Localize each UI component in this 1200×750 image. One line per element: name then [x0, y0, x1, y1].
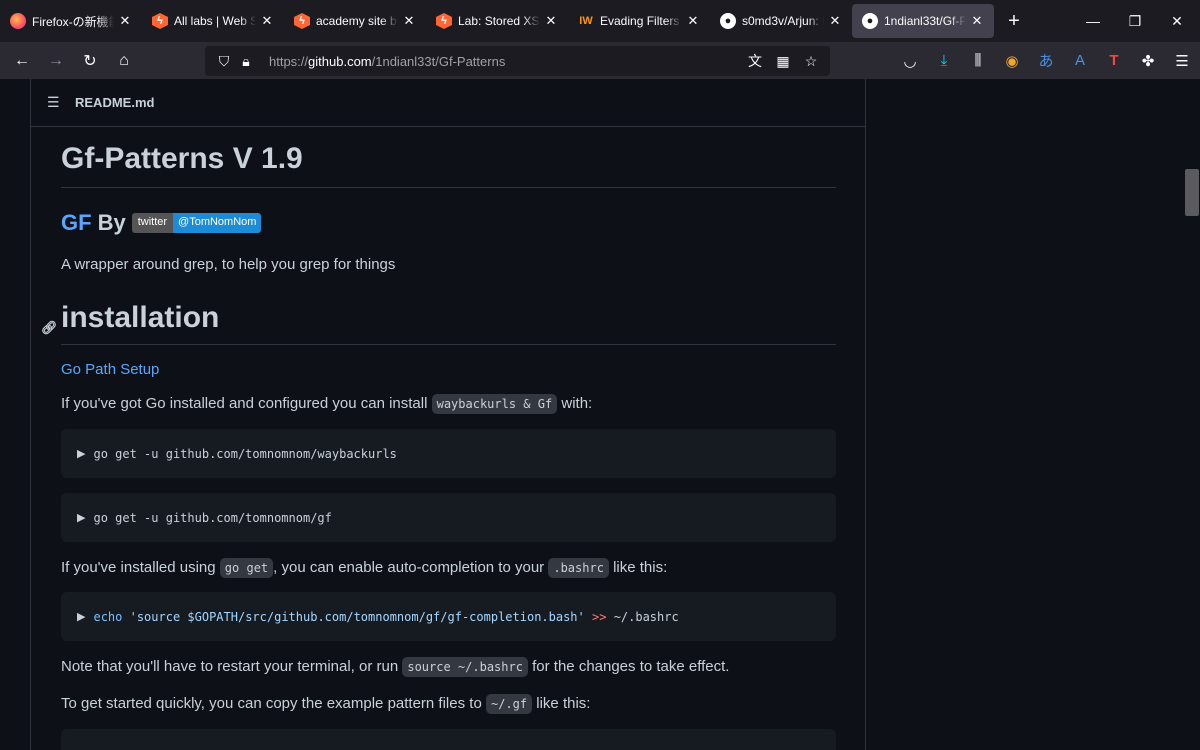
tab-strip: Firefox-の新機能 ✕ ϟ All labs | Web Sec ✕ ϟ …	[0, 0, 1200, 42]
close-icon[interactable]: ✕	[260, 13, 274, 29]
shield-icon[interactable]: ⛉	[213, 50, 235, 72]
inline-code: go get	[219, 558, 274, 578]
autocomplete-paragraph: If you've installed using go get, you ca…	[61, 558, 668, 578]
close-icon[interactable]: ✕	[544, 13, 558, 29]
badge-label: twitter	[131, 213, 174, 233]
tab-title: Evading Filters to	[600, 14, 682, 28]
tab-firefox-whatsnew[interactable]: Firefox-の新機能 ✕	[0, 0, 142, 42]
page-content: ☰ README.md Gf-Patterns V 1.9 GF By twit…	[0, 79, 1200, 750]
tab-stored-xss-lab[interactable]: ϟ Lab: Stored XSS in ✕	[426, 0, 568, 42]
downloads-icon[interactable]: ⤓	[927, 44, 961, 78]
github-icon: ●	[862, 13, 878, 29]
readme-header: ☰ README.md	[31, 79, 865, 127]
translate-extension-icon[interactable]: あ	[1029, 44, 1063, 78]
firefox-icon	[10, 13, 26, 29]
go-path-row: Go Path Setup	[61, 361, 836, 379]
text-extension-icon[interactable]: T	[1097, 44, 1131, 78]
play-icon: ▶	[77, 447, 86, 460]
readme-container: ☰ README.md Gf-Patterns V 1.9 GF By twit…	[30, 79, 866, 750]
go-path-setup-link[interactable]: Go Path Setup	[61, 361, 159, 378]
install-paragraph: If you've got Go installed and configure…	[61, 394, 593, 414]
tab-all-labs[interactable]: ϟ All labs | Web Sec ✕	[142, 0, 284, 42]
home-button[interactable]: ⌂	[108, 45, 140, 77]
badge-value: @TomNomNom	[173, 213, 262, 233]
reload-button[interactable]: ↻	[74, 45, 106, 77]
lock-icon[interactable]: 🔒︎	[235, 50, 257, 72]
forward-button[interactable]: →	[40, 45, 72, 77]
tab-title: Lab: Stored XSS in	[458, 14, 540, 28]
code-block-gf[interactable]: ▶ go get -u github.com/tomnomnom/gf	[61, 493, 836, 542]
qr-code-icon[interactable]: ▦	[772, 50, 794, 72]
url-bar[interactable]: ⛉ 🔒︎ https://github.com/1ndianl33t/Gf-Pa…	[205, 46, 830, 76]
tab-academy-site-bug[interactable]: ϟ academy site bug ✕	[284, 0, 426, 42]
toolbar-extensions: ◡ ⤓ ⫼ ◉ あ A T ✤ ☰	[893, 42, 1199, 79]
readme-filename: README.md	[75, 95, 155, 110]
list-icon[interactable]: ☰	[47, 94, 61, 111]
extension-loca-icon[interactable]: ◉	[995, 44, 1029, 78]
restart-paragraph: Note that you'll have to restart your te…	[61, 657, 730, 677]
library-icon[interactable]: ⫼	[961, 44, 995, 78]
bookmark-star-icon[interactable]: ☆	[800, 50, 822, 72]
menu-icon[interactable]: ☰	[1165, 44, 1199, 78]
close-icon[interactable]: ✕	[118, 13, 132, 29]
tab-title: s0md3v/Arjun: HT	[742, 14, 824, 28]
installation-heading: 🔗︎ installation	[41, 300, 836, 345]
markdown-body: Gf-Patterns V 1.9 GF By twitter @TomNomN…	[41, 129, 836, 750]
tab-arjun[interactable]: ● s0md3v/Arjun: HT ✕	[710, 0, 852, 42]
portswigger-icon: ϟ	[294, 13, 310, 29]
tab-gf-patterns[interactable]: ● 1ndianl33t/Gf-Pat ✕	[852, 4, 994, 38]
gf-link[interactable]: GF	[61, 210, 92, 236]
scrollbar[interactable]	[1184, 79, 1200, 750]
readme-title: Gf-Patterns V 1.9	[61, 141, 836, 188]
minimize-button[interactable]: —	[1072, 0, 1114, 42]
github-icon: ●	[720, 13, 736, 29]
extensions-icon[interactable]: ✤	[1131, 44, 1165, 78]
close-icon[interactable]: ✕	[686, 13, 700, 29]
code-block-waybackurls[interactable]: ▶ go get -u github.com/tomnomnom/wayback…	[61, 429, 836, 478]
play-icon: ▶	[77, 610, 86, 623]
new-tab-button[interactable]: +	[994, 0, 1034, 42]
tab-evading-filters[interactable]: IW Evading Filters to ✕	[568, 0, 710, 42]
play-icon: ▶	[77, 511, 86, 524]
portswigger-icon: ϟ	[152, 13, 168, 29]
inline-code: source ~/.bashrc	[402, 657, 528, 677]
translate-icon[interactable]: 文	[744, 50, 766, 72]
link-icon[interactable]: 🔗︎	[41, 310, 58, 346]
gf-by-heading: GF By twitter @TomNomNom	[61, 210, 836, 236]
close-icon[interactable]: ✕	[402, 13, 416, 29]
scrollbar-thumb[interactable]	[1185, 169, 1199, 216]
tab-title: Firefox-の新機能	[32, 14, 114, 29]
inline-code: ~/.gf	[485, 694, 533, 714]
tab-title: 1ndianl33t/Gf-Pat	[884, 14, 966, 28]
pocket-icon[interactable]: ◡	[893, 44, 927, 78]
close-icon[interactable]: ✕	[970, 13, 984, 29]
close-icon[interactable]: ✕	[828, 13, 842, 29]
portswigger-icon: ϟ	[436, 13, 452, 29]
code-block-partial[interactable]	[61, 729, 836, 750]
dictionary-extension-icon[interactable]: A	[1063, 44, 1097, 78]
twitter-badge[interactable]: twitter @TomNomNom	[131, 213, 262, 233]
url-text[interactable]: https://github.com/1ndianl33t/Gf-Pattern…	[269, 54, 505, 69]
tagline: A wrapper around grep, to help you grep …	[61, 256, 396, 273]
navigation-toolbar: ← → ↻ ⌂ ⛉ 🔒︎ https://github.com/1ndianl3…	[0, 42, 1200, 79]
inline-code: waybackurls & Gf	[431, 394, 558, 414]
tab-title: academy site bug	[316, 14, 398, 28]
close-window-button[interactable]: ✕	[1156, 0, 1198, 42]
restore-button[interactable]: ❐	[1114, 0, 1156, 42]
back-button[interactable]: ←	[6, 45, 38, 77]
getting-started-paragraph: To get started quickly, you can copy the…	[61, 694, 591, 714]
code-block-bashrc[interactable]: ▶ echo 'source $GOPATH/src/github.com/to…	[61, 592, 836, 641]
iw-icon: IW	[579, 15, 593, 27]
by-text: By	[97, 210, 126, 235]
inline-code: .bashrc	[548, 558, 609, 578]
tab-title: All labs | Web Sec	[174, 14, 256, 28]
